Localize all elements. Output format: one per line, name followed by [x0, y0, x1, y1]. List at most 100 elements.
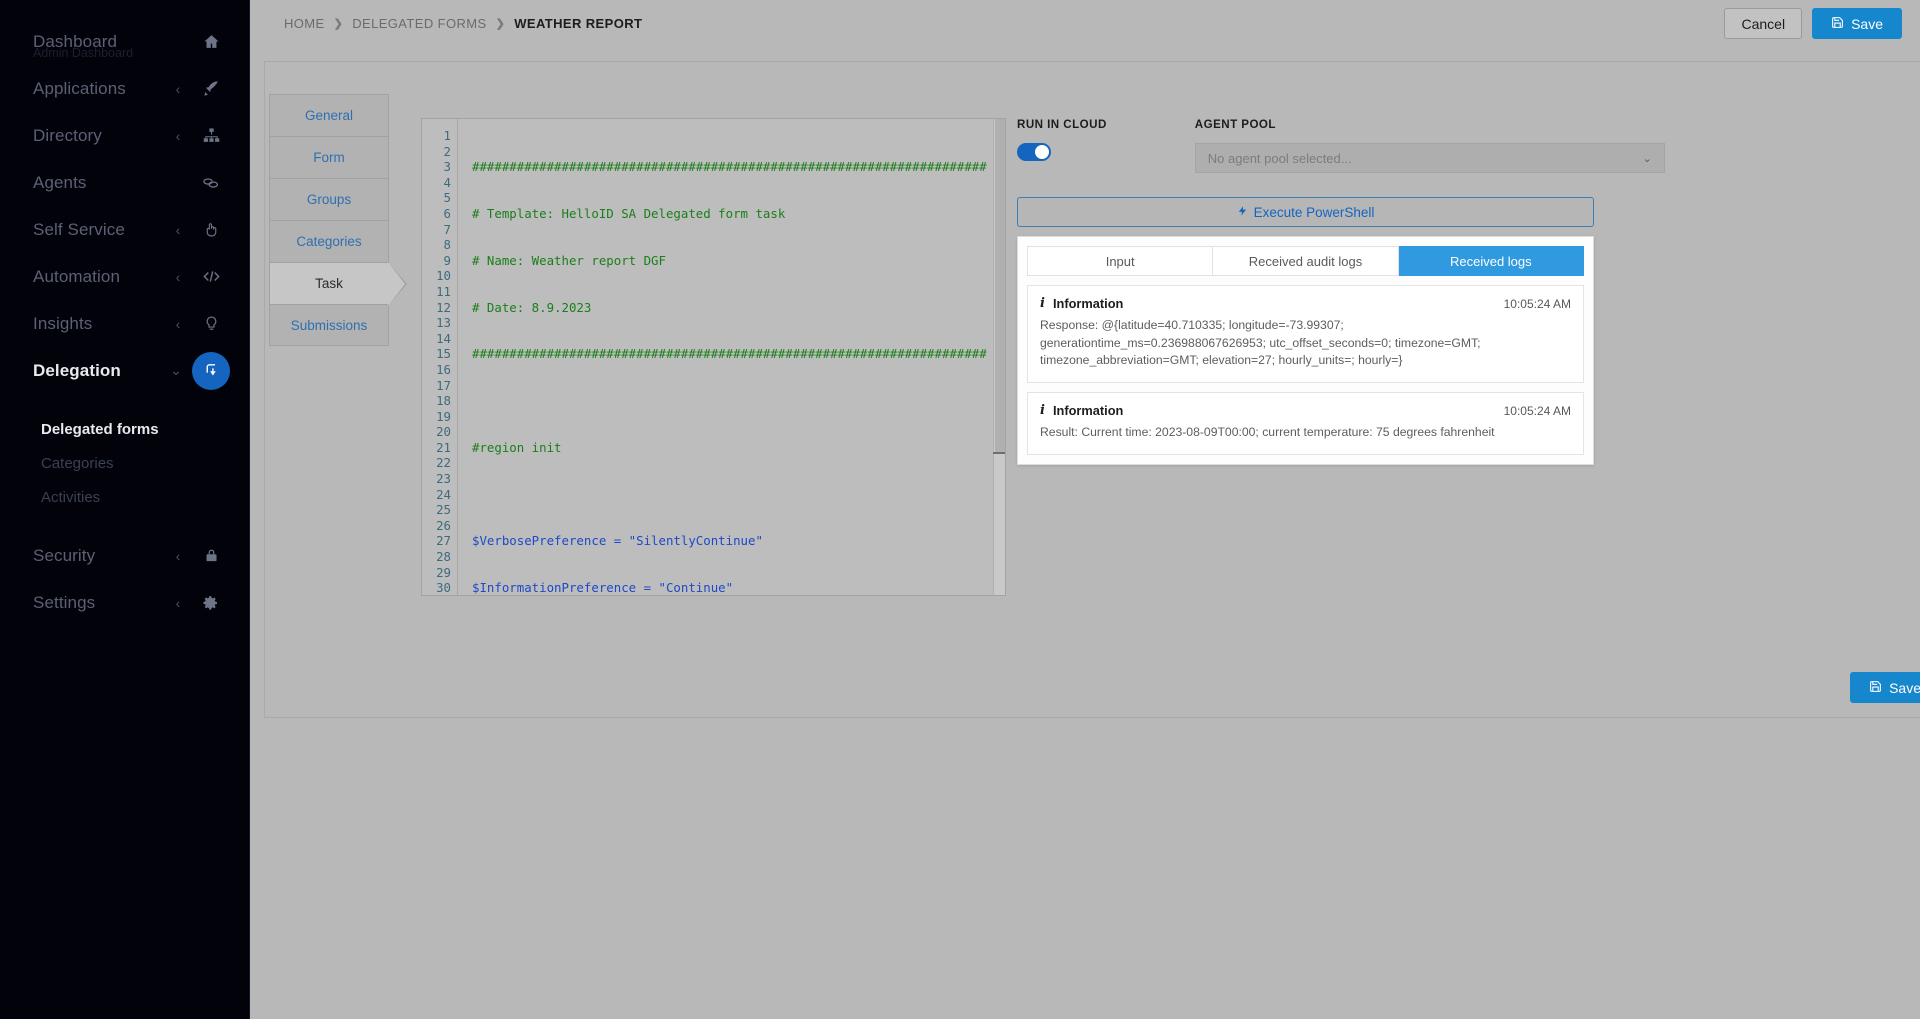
- sidebar-subitem-label: Activities: [41, 488, 101, 506]
- chevron-left-icon: ‹: [175, 127, 181, 144]
- sidebar-item-security[interactable]: Security ‹: [0, 532, 250, 579]
- tab-input[interactable]: Input: [1027, 246, 1214, 276]
- line-number-gutter: 1 2 3 4 5 6 7 8 9 10 11 12 13 14 15 16 1…: [422, 119, 458, 595]
- log-tab-label: Received audit logs: [1248, 253, 1363, 269]
- tab-task[interactable]: Task: [269, 262, 407, 306]
- editor-scroll-thumb[interactable]: [995, 119, 1005, 452]
- top-bar-actions: Cancel Save: [1724, 8, 1902, 39]
- floppy-disk-icon: [1869, 680, 1882, 696]
- line-number: 24: [436, 486, 451, 502]
- log-entry: i Information 10:05:24 AM Result: Curren…: [1027, 392, 1584, 455]
- log-entry-header: i Information 10:05:24 AM: [1040, 296, 1571, 311]
- execute-powershell-label: Execute PowerShell: [1253, 204, 1375, 220]
- app-root: Dashboard Admin Dashboard Applications ‹…: [0, 0, 1920, 1019]
- sidebar-item-directory[interactable]: Directory ‹: [0, 112, 250, 159]
- log-entry-severity: Information: [1052, 296, 1124, 311]
- chevron-down-icon: ⌄: [170, 362, 182, 378]
- tab-form[interactable]: Form: [269, 136, 389, 178]
- tab-received-audit-logs[interactable]: Received audit logs: [1213, 246, 1399, 276]
- sidebar-item-insights[interactable]: Insights ‹: [0, 300, 250, 347]
- chevron-left-icon: ‹: [175, 594, 181, 611]
- editor-split-handle[interactable]: [993, 452, 1005, 454]
- tab-categories[interactable]: Categories: [269, 220, 389, 262]
- sidebar-item-label: Directory: [33, 125, 102, 145]
- form-tabs: General Form Groups Categories Task Subm…: [269, 94, 407, 346]
- sidebar-item-label: Delegation: [33, 360, 121, 380]
- top-bar: HOME ❯ DELEGATED FORMS ❯ WEATHER REPORT …: [250, 0, 1920, 47]
- logs-card: Input Received audit logs Received logs …: [1017, 236, 1594, 465]
- agent-pool-select[interactable]: No agent pool selected... ⌄: [1194, 143, 1665, 173]
- line-number: 23: [436, 471, 451, 487]
- info-icon: i: [1040, 296, 1045, 311]
- line-number: 19: [436, 408, 451, 424]
- breadcrumb-separator: ❯: [333, 18, 344, 30]
- save-button[interactable]: Save: [1812, 8, 1902, 39]
- sidebar: Dashboard Admin Dashboard Applications ‹…: [0, 0, 250, 1019]
- line-number: 21: [436, 439, 451, 455]
- breadcrumb-delegated-forms[interactable]: DELEGATED FORMS: [352, 16, 486, 31]
- content-area: General Form Groups Categories Task Subm…: [250, 47, 1920, 1019]
- gear-icon: [194, 595, 228, 611]
- sidebar-subitem-label: Delegated forms: [41, 420, 159, 438]
- line-number: 25: [436, 502, 451, 518]
- line-number: 22: [436, 455, 451, 471]
- line-number: 2: [443, 143, 451, 159]
- org-chart-icon: [194, 127, 228, 144]
- execute-powershell-button[interactable]: Execute PowerShell: [1017, 197, 1594, 227]
- sidebar-item-settings[interactable]: Settings ‹: [0, 579, 250, 626]
- sidebar-item-self-service[interactable]: Self Service ‹: [0, 206, 250, 253]
- tab-label: Groups: [306, 192, 352, 207]
- code-line: ########################################…: [472, 346, 987, 362]
- code-line: ########################################…: [472, 159, 987, 175]
- tab-groups[interactable]: Groups: [269, 178, 389, 220]
- code-text-area[interactable]: ########################################…: [458, 119, 1005, 595]
- chevron-left-icon: ‹: [175, 268, 181, 285]
- log-tab-label: Received logs: [1449, 253, 1532, 269]
- sidebar-item-automation[interactable]: Automation ‹: [0, 253, 250, 300]
- tab-received-logs[interactable]: Received logs: [1398, 246, 1584, 276]
- line-number: 8: [443, 237, 451, 253]
- code-line: # Date: 8.9.2023: [472, 299, 592, 315]
- cancel-button[interactable]: Cancel: [1724, 8, 1803, 39]
- line-number: 1: [443, 128, 451, 143]
- code-line: $VerbosePreference = "SilentlyContinue": [472, 533, 763, 549]
- sidebar-subitem-categories[interactable]: Categories: [0, 446, 250, 480]
- line-number: 15: [436, 346, 451, 362]
- hand-pointer-icon: [194, 221, 228, 238]
- sidebar-subitem-activities[interactable]: Activities: [0, 480, 250, 514]
- log-entry-header: i Information 10:05:24 AM: [1040, 403, 1571, 418]
- sidebar-item-dashboard[interactable]: Dashboard Admin Dashboard: [0, 18, 250, 65]
- lightning-bolt-icon: [1237, 204, 1248, 221]
- line-number: 27: [436, 533, 451, 549]
- sidebar-item-label: Security: [33, 545, 96, 565]
- line-number: 12: [436, 299, 451, 315]
- execution-settings-row: RUN IN CLOUD AGENT POOL No agent pool se…: [1017, 118, 1665, 173]
- breadcrumb: HOME ❯ DELEGATED FORMS ❯ WEATHER REPORT: [284, 16, 642, 31]
- breadcrumb-home[interactable]: HOME: [284, 16, 325, 31]
- toggle-knob: [1035, 145, 1049, 159]
- sidebar-item-applications[interactable]: Applications ‹: [0, 65, 250, 112]
- sidebar-item-agents[interactable]: Agents: [0, 159, 250, 206]
- delegation-icon: [192, 351, 230, 390]
- log-entry-time: 10:05:24 AM: [1503, 296, 1571, 311]
- chevron-left-icon: ‹: [175, 547, 181, 564]
- line-number: 11: [436, 283, 451, 299]
- line-number: 16: [436, 361, 451, 377]
- sidebar-item-label: Applications: [33, 78, 126, 98]
- line-number: 18: [436, 393, 451, 409]
- run-in-cloud-toggle[interactable]: [1017, 143, 1051, 161]
- agent-pool-group: AGENT POOL No agent pool selected... ⌄: [1194, 118, 1665, 173]
- tab-submissions[interactable]: Submissions: [269, 304, 389, 346]
- editor-vertical-scrollbar[interactable]: [993, 119, 1005, 595]
- breadcrumb-separator: ❯: [495, 18, 506, 30]
- sidebar-subitem-delegated-forms[interactable]: Delegated forms: [0, 412, 250, 446]
- sidebar-subitem-label: Categories: [41, 454, 114, 472]
- tab-general[interactable]: General: [269, 94, 389, 136]
- powershell-code-editor[interactable]: 1 2 3 4 5 6 7 8 9 10 11 12 13 14 15 16 1…: [421, 118, 1006, 596]
- save-button-bottom[interactable]: Save: [1850, 672, 1920, 703]
- line-number: 7: [443, 221, 451, 237]
- line-number: 13: [436, 315, 451, 331]
- sidebar-item-delegation[interactable]: Delegation ⌄: [0, 347, 250, 394]
